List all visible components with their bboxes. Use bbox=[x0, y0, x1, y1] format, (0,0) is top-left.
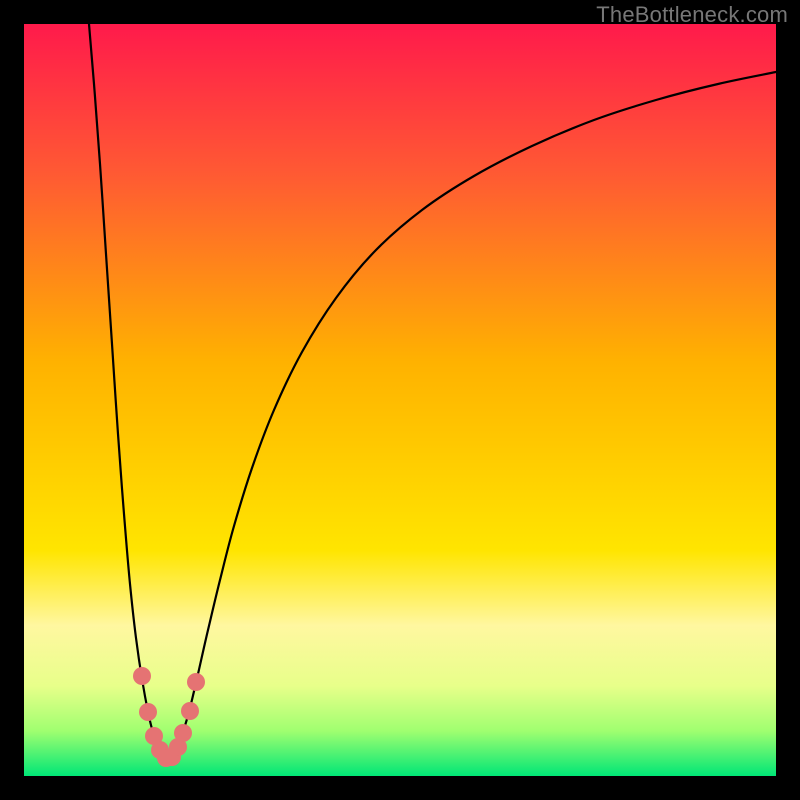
watermark-text: TheBottleneck.com bbox=[596, 2, 788, 28]
data-marker bbox=[133, 667, 151, 685]
gradient-background bbox=[24, 24, 776, 776]
data-marker bbox=[181, 702, 199, 720]
chart-frame: TheBottleneck.com bbox=[0, 0, 800, 800]
data-marker bbox=[139, 703, 157, 721]
plot-area bbox=[24, 24, 776, 776]
data-marker bbox=[174, 724, 192, 742]
chart-svg bbox=[24, 24, 776, 776]
data-marker bbox=[187, 673, 205, 691]
